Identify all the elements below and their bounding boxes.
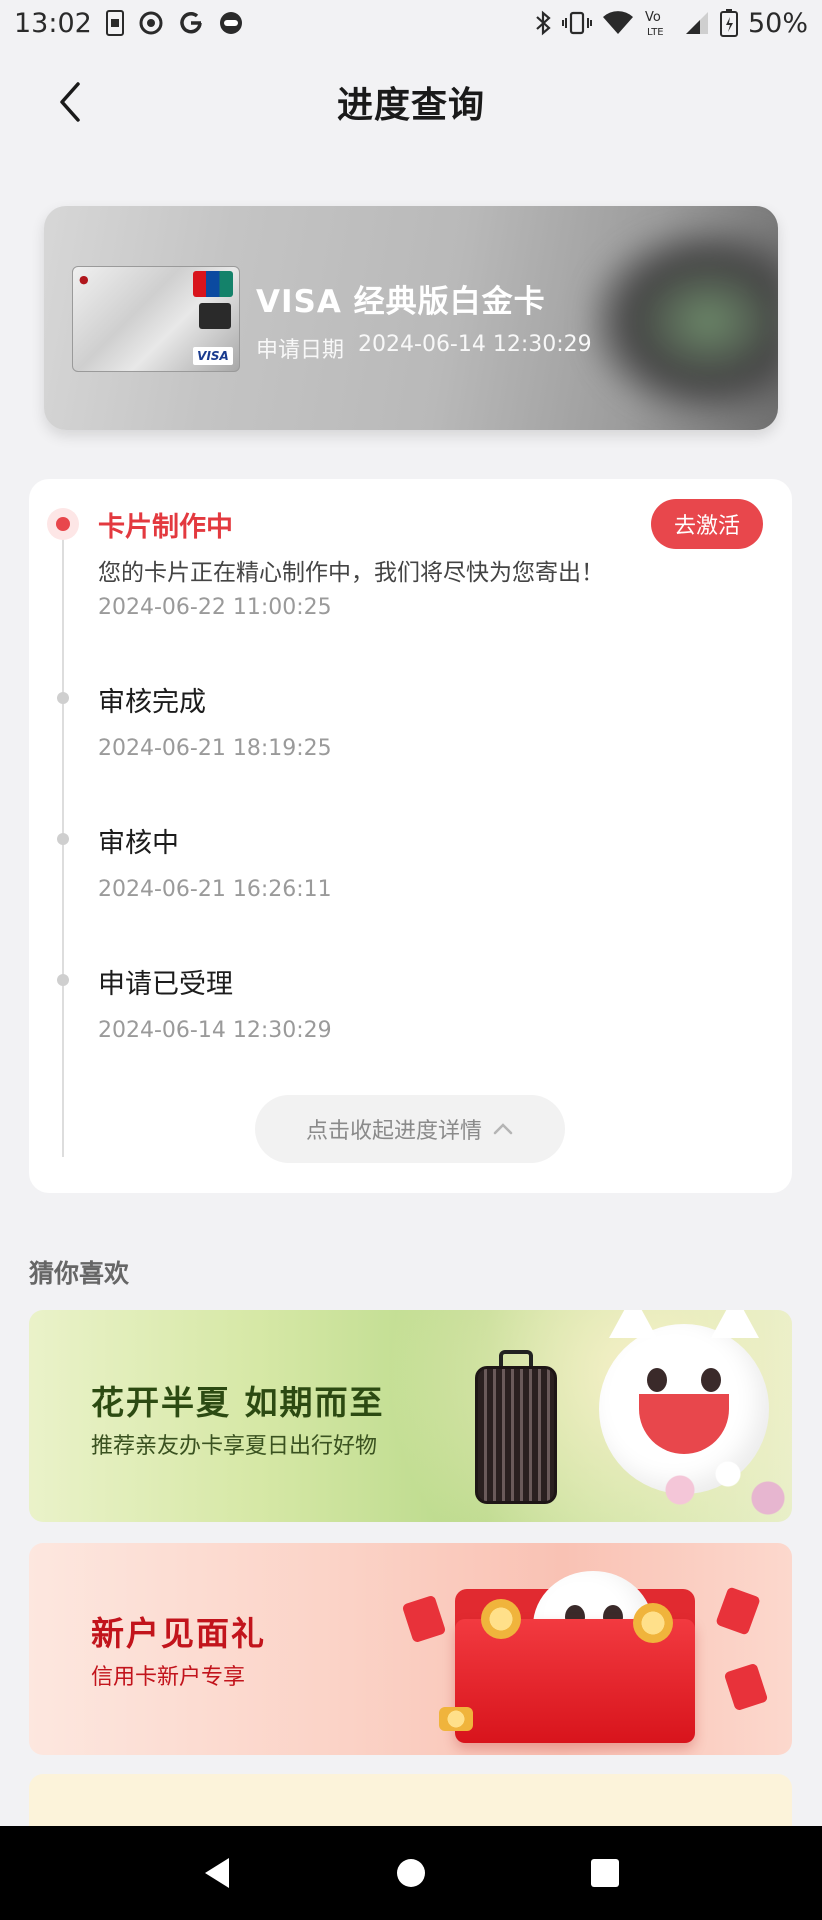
mini-red-envelope-icon (715, 1586, 761, 1636)
sim-icon (105, 10, 124, 36)
triangle-back-icon (205, 1858, 229, 1888)
card-date-row: 申请日期 2024-06-14 12:30:29 (256, 332, 592, 364)
step-time: 2024-06-22 11:00:25 (98, 595, 332, 620)
promo-banner-new-customer[interactable]: 新户见面礼 信用卡新户专享 (29, 1543, 792, 1755)
flowers-decoration (632, 1442, 792, 1522)
svg-text:LTE: LTE (647, 27, 664, 38)
card-date-label: 申请日期 (256, 338, 345, 363)
system-home-button[interactable] (381, 1843, 441, 1903)
signal-icon (684, 10, 710, 36)
chevron-left-icon (60, 82, 80, 122)
step-time: 2024-06-21 16:26:11 (98, 877, 332, 902)
step-dot-icon (57, 833, 69, 845)
step-title: 审核完成 (98, 687, 206, 718)
sync-icon (138, 10, 164, 36)
mini-red-envelope-icon (401, 1594, 447, 1644)
nav-bar: 进度查询 (0, 60, 822, 144)
mascot-eye-icon (647, 1368, 667, 1392)
system-nav-bar (0, 1826, 822, 1920)
status-left: 13:02 (14, 8, 244, 39)
card-background-decoration (588, 226, 778, 416)
step-time: 2024-06-14 12:30:29 (98, 1018, 332, 1043)
step-title: 申请已受理 (98, 969, 233, 1000)
status-bar: 13:02 Vo LTE 50% (0, 0, 822, 46)
back-button[interactable] (48, 78, 92, 126)
bank-logo-icon: ● (79, 273, 89, 286)
suitcase-icon (475, 1366, 557, 1504)
bluetooth-icon (534, 10, 552, 36)
mini-red-envelope-icon (723, 1662, 769, 1712)
card-image: ● VISA (72, 266, 240, 372)
gold-coin-icon (481, 1599, 521, 1639)
mascot-ear-icon (711, 1310, 759, 1338)
step-description: 您的卡片正在精心制作中，我们将尽快为您寄出！ (98, 560, 604, 586)
square-recents-icon (591, 1859, 619, 1887)
status-time: 13:02 (14, 7, 92, 39)
step-time: 2024-06-21 18:19:25 (98, 736, 332, 761)
step-active-dot-icon (47, 508, 79, 540)
chevron-up-icon (493, 1123, 513, 1135)
progress-panel: 卡片制作中 您的卡片正在精心制作中，我们将尽快为您寄出！ 2024-06-22 … (29, 479, 792, 1193)
unionpay-logo-icon (193, 271, 233, 297)
promo-title: 新户见面礼 (91, 1614, 266, 1653)
promo-title: 花开半夏 如期而至 (91, 1383, 385, 1422)
promo-banner-summer[interactable]: 花开半夏 如期而至 推荐亲友办卡享夏日出行好物 (29, 1310, 792, 1522)
step-dot-icon (57, 692, 69, 704)
mascot-eye-icon (701, 1368, 721, 1392)
circle-home-icon (397, 1859, 425, 1887)
page-title: 进度查询 (336, 85, 485, 126)
vibrate-icon (561, 10, 592, 36)
volte-icon: Vo LTE (644, 8, 674, 38)
battery-icon (719, 9, 738, 37)
mascot-ear-icon (609, 1310, 657, 1338)
promo-subtitle: 推荐亲友办卡享夏日出行好物 (91, 1434, 378, 1459)
wifi-icon (602, 10, 634, 36)
activate-button[interactable]: 去激活 (651, 499, 763, 549)
gold-ingot-icon (439, 1707, 473, 1731)
card-banner: ● VISA VISA 经典版白金卡 申请日期 2024-06-14 12:30… (44, 206, 778, 430)
step-title: 卡片制作中 (98, 512, 233, 543)
svg-text:Vo: Vo (645, 10, 661, 25)
gold-coin-icon (633, 1603, 673, 1643)
promo-banner-partial[interactable] (29, 1774, 792, 1834)
battery-level: 50% (747, 7, 808, 39)
card-name: VISA 经典版白金卡 (256, 284, 546, 320)
card-date-value: 2024-06-14 12:30:29 (358, 332, 592, 357)
status-right: Vo LTE 50% (534, 8, 808, 39)
record-icon (218, 10, 244, 36)
system-recents-button[interactable] (575, 1843, 635, 1903)
section-title: 猜你喜欢 (29, 1259, 130, 1288)
system-back-button[interactable] (187, 1843, 247, 1903)
promo-subtitle: 信用卡新户专享 (91, 1665, 246, 1690)
step-dot-icon (57, 974, 69, 986)
card-chip-icon (199, 303, 231, 329)
timeline-spacer (62, 537, 64, 645)
visa-logo-icon: VISA (193, 347, 233, 365)
collapse-details-button[interactable]: 点击收起进度详情 (255, 1095, 565, 1163)
collapse-details-label: 点击收起进度详情 (305, 1119, 482, 1144)
google-icon (178, 10, 204, 36)
step-title: 审核中 (98, 828, 179, 859)
